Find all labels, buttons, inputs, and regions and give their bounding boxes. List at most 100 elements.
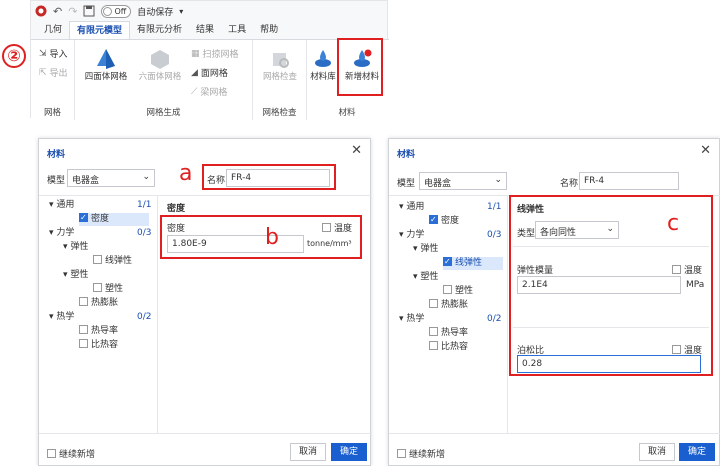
ribbon: ↶ ↷ Off 自动保存 ▾ 几何 有限元模型 有限元分析 结果 工具 帮助 ⇲…: [30, 0, 389, 120]
group-mesh: ⇲ 导入 ⇱ 导出 网格: [31, 40, 75, 120]
thermal-exp-checkbox[interactable]: [429, 299, 438, 308]
hexa-mesh-button[interactable]: 六面体网格: [135, 48, 185, 82]
linear-elastic-checkbox[interactable]: [443, 255, 452, 268]
tree-thermal-exp[interactable]: 热膨胀: [429, 299, 468, 312]
tree-thermal-exp[interactable]: 热膨胀: [79, 297, 118, 310]
tree-plastic[interactable]: ▾ 塑性: [413, 271, 438, 284]
redo-icon[interactable]: ↷: [68, 5, 77, 18]
model-select[interactable]: 电器盒 ⌄: [419, 172, 507, 190]
name-input[interactable]: FR-4: [226, 169, 330, 187]
sweep-mesh-button[interactable]: ▦ 扫掠网格: [191, 44, 239, 63]
tree-elastic-label: 弹性: [420, 244, 439, 254]
material-library-button[interactable]: 材料库: [307, 48, 339, 82]
chevron-down-icon[interactable]: ▾: [179, 7, 183, 16]
tab-tools[interactable]: 工具: [221, 21, 253, 39]
tree-specific-heat-label: 比热容: [91, 340, 119, 350]
continue-add[interactable]: 继续新增: [47, 447, 95, 460]
tab-geometry[interactable]: 几何: [37, 21, 69, 39]
continue-checkbox[interactable]: [47, 449, 56, 458]
export-icon: ⇱: [39, 67, 47, 78]
tree-thermal-count: 0/2: [487, 314, 502, 324]
tree-plastic-label: 塑性: [420, 272, 439, 282]
tree-thermal[interactable]: ▾ 热学 0/2: [49, 311, 151, 324]
tab-help[interactable]: 帮助: [253, 21, 285, 39]
tree-general[interactable]: ▾ 通用 1/1: [49, 199, 151, 212]
import-button[interactable]: ⇲ 导入: [39, 44, 74, 63]
group-label-material: 材料: [338, 108, 356, 118]
tree-general-label: 通用: [406, 202, 425, 212]
cancel-button[interactable]: 取消: [639, 443, 675, 461]
tree-mechanics-count: 0/3: [487, 230, 502, 240]
type-value: 各向同性: [540, 228, 577, 238]
tree-plastic-item[interactable]: 塑性: [93, 283, 123, 296]
mesh-small-buttons: ▦ 扫掠网格 ◢ 面网格 ⟋ 梁网格: [191, 44, 239, 101]
linear-elastic-checkbox[interactable]: [93, 255, 102, 264]
close-icon[interactable]: ✕: [700, 143, 711, 158]
save-icon[interactable]: [83, 5, 95, 17]
tree-density[interactable]: 密度: [79, 211, 149, 226]
tree-specific-heat[interactable]: 比热容: [429, 341, 468, 354]
tree-density[interactable]: 密度: [429, 213, 459, 228]
type-select[interactable]: 各向同性 ⌄: [535, 221, 619, 239]
specific-heat-checkbox[interactable]: [429, 341, 438, 350]
tree-conductivity[interactable]: 热导率: [79, 325, 118, 338]
import-label: 导入: [49, 50, 68, 60]
tetra-mesh-button[interactable]: 四面体网格: [81, 48, 131, 82]
temp-checkbox[interactable]: [672, 265, 681, 274]
ok-button[interactable]: 确定: [331, 443, 367, 461]
cancel-button[interactable]: 取消: [290, 443, 326, 461]
ok-button[interactable]: 确定: [679, 443, 715, 461]
beam-mesh-button[interactable]: ⟋ 梁网格: [191, 82, 239, 101]
tree-conductivity[interactable]: 热导率: [429, 327, 468, 340]
export-button[interactable]: ⇱ 导出: [39, 63, 74, 82]
tree-mechanics[interactable]: ▾ 力学 0/3: [399, 229, 502, 242]
tree-linear-elastic[interactable]: 线弹性: [443, 255, 503, 270]
temp-checkbox[interactable]: [672, 345, 681, 354]
marker-c: c: [667, 211, 680, 236]
density-temp-toggle[interactable]: 温度: [322, 221, 352, 234]
tree-specific-heat-label: 比热容: [441, 342, 469, 352]
conductivity-checkbox[interactable]: [429, 327, 438, 336]
close-icon[interactable]: ✕: [351, 143, 362, 158]
tree-thermal[interactable]: ▾ 热学 0/2: [399, 313, 502, 326]
hexa-mesh-label: 六面体网格: [138, 72, 182, 82]
tree-mechanics[interactable]: ▾ 力学 0/3: [49, 227, 151, 240]
tree-elastic-label: 弹性: [70, 242, 89, 252]
tree-plastic[interactable]: ▾ 塑性: [63, 269, 88, 282]
chevron-down-icon: ⌄: [494, 175, 502, 185]
name-input[interactable]: FR-4: [579, 172, 679, 190]
tree-elastic[interactable]: ▾ 弹性: [413, 243, 438, 256]
undo-icon[interactable]: ↶: [53, 5, 62, 18]
poisson-input[interactable]: 0.28: [517, 355, 701, 373]
tab-results[interactable]: 结果: [189, 21, 221, 39]
specific-heat-checkbox[interactable]: [79, 339, 88, 348]
continue-add[interactable]: 继续新增: [397, 447, 445, 460]
thermal-exp-checkbox[interactable]: [79, 297, 88, 306]
density-input[interactable]: 1.80E-9: [167, 235, 304, 253]
modulus-temp-toggle[interactable]: 温度: [672, 263, 702, 276]
density-checkbox[interactable]: [79, 211, 88, 224]
model-select[interactable]: 电器盒 ⌄: [67, 169, 155, 187]
modulus-label: 弹性模量: [517, 266, 554, 276]
conductivity-checkbox[interactable]: [79, 325, 88, 334]
modulus-input[interactable]: 2.1E4: [517, 276, 681, 294]
import-icon: ⇲: [39, 48, 47, 59]
plastic-checkbox[interactable]: [93, 283, 102, 292]
tree-linear-elastic[interactable]: 线弹性: [93, 255, 132, 268]
mesh-check-button[interactable]: 网格检查: [255, 48, 305, 82]
plastic-checkbox[interactable]: [443, 285, 452, 294]
tab-fe-analysis[interactable]: 有限元分析: [130, 21, 189, 39]
tree-elastic[interactable]: ▾ 弹性: [63, 241, 88, 254]
continue-checkbox[interactable]: [397, 449, 406, 458]
mesh-check-icon: [273, 53, 289, 68]
autosave-toggle[interactable]: Off: [101, 4, 132, 18]
face-mesh-button[interactable]: ◢ 面网格: [191, 63, 239, 82]
tree-general[interactable]: ▾ 通用 1/1: [399, 201, 501, 214]
temp-checkbox[interactable]: [322, 223, 331, 232]
model-value: 电器盒: [424, 179, 452, 189]
tree-plastic-item[interactable]: 塑性: [443, 285, 473, 298]
tree-specific-heat[interactable]: 比热容: [79, 339, 118, 352]
chevron-down-icon: ⌄: [606, 224, 614, 234]
density-checkbox[interactable]: [429, 213, 438, 226]
tab-fe-model[interactable]: 有限元模型: [69, 21, 131, 39]
